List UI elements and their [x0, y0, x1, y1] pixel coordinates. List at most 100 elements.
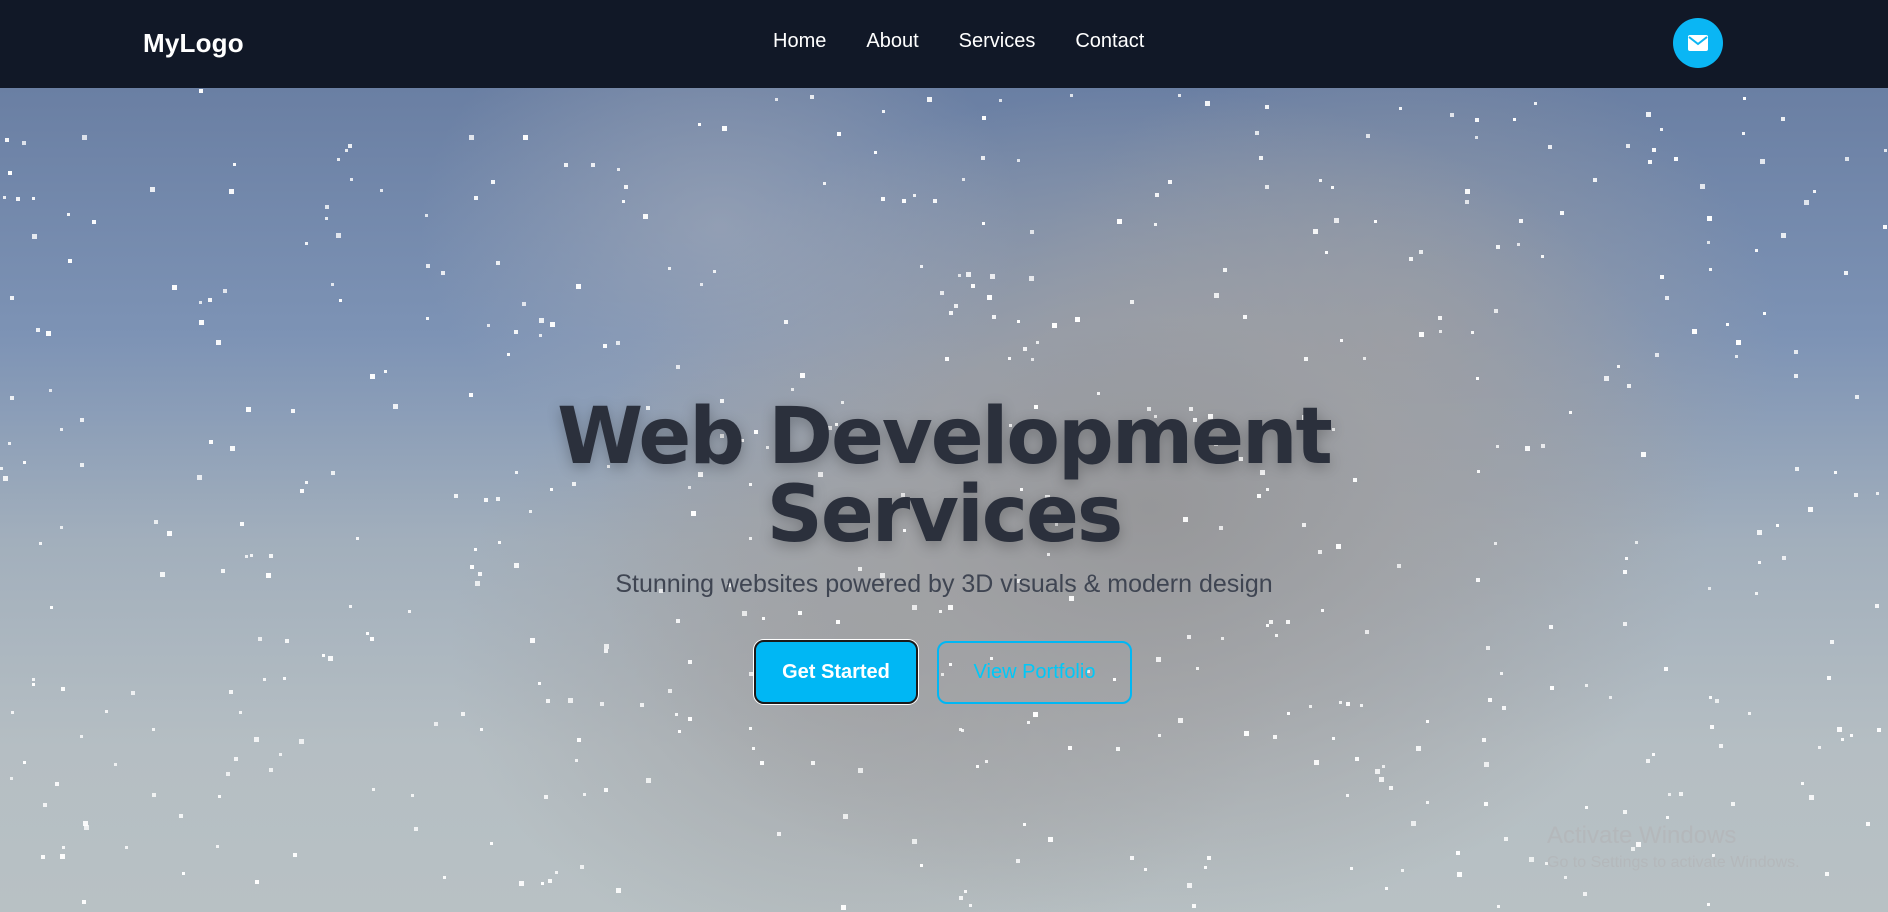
- particle: [1365, 630, 1369, 634]
- view-portfolio-button[interactable]: View Portfolio: [937, 641, 1132, 704]
- particle: [325, 217, 328, 220]
- particle: [1484, 802, 1488, 806]
- nav-link-about[interactable]: About: [866, 30, 918, 53]
- particle: [1808, 507, 1813, 512]
- particle: [1465, 200, 1469, 204]
- particle: [62, 846, 65, 849]
- particle: [1187, 883, 1192, 888]
- particle: [1755, 592, 1758, 595]
- particle: [1052, 323, 1057, 328]
- particle: [411, 794, 414, 797]
- particle: [283, 677, 286, 680]
- particle: [964, 890, 967, 893]
- particle: [1517, 243, 1520, 246]
- particle: [1585, 684, 1588, 687]
- particle: [982, 222, 985, 225]
- particle: [1760, 159, 1765, 164]
- particle: [966, 272, 971, 277]
- particle: [154, 520, 158, 524]
- particle: [1674, 157, 1678, 161]
- nav-link-contact[interactable]: Contact: [1075, 30, 1144, 53]
- particle: [60, 526, 63, 529]
- particle: [36, 328, 40, 332]
- particle: [1374, 220, 1377, 223]
- particle: [197, 475, 202, 480]
- particle: [336, 233, 341, 238]
- nav-link-services[interactable]: Services: [959, 30, 1036, 53]
- particle: [1223, 268, 1227, 272]
- particle: [1834, 471, 1837, 474]
- particle: [1154, 223, 1157, 226]
- particle: [1476, 377, 1479, 380]
- particle: [1731, 802, 1735, 806]
- particle: [478, 572, 482, 576]
- particle: [1482, 738, 1486, 742]
- nav-link-home[interactable]: Home: [773, 30, 826, 53]
- particle: [1027, 721, 1030, 724]
- particle: [1623, 570, 1627, 574]
- particle: [514, 563, 519, 568]
- particle: [1265, 105, 1269, 109]
- particle: [522, 302, 526, 306]
- particle: [208, 298, 212, 302]
- particle: [229, 189, 234, 194]
- particle: [1504, 837, 1508, 841]
- particle: [487, 324, 490, 327]
- particle: [1286, 620, 1290, 624]
- particle: [1168, 180, 1172, 184]
- particle: [1560, 211, 1564, 215]
- logo[interactable]: MyLogo: [143, 28, 244, 59]
- particle: [791, 388, 794, 391]
- particle: [226, 772, 230, 776]
- particle: [1866, 822, 1870, 826]
- particle: [55, 782, 59, 786]
- particle: [1426, 801, 1429, 804]
- particle: [425, 214, 428, 217]
- particle: [1033, 712, 1038, 717]
- particle: [1664, 667, 1668, 671]
- particle: [41, 855, 45, 859]
- particle: [221, 569, 225, 573]
- particle: [1023, 347, 1027, 351]
- contact-mail-button[interactable]: [1673, 18, 1723, 68]
- particle: [1497, 905, 1500, 908]
- particle: [836, 620, 840, 624]
- particle: [491, 180, 495, 184]
- particle: [1325, 251, 1328, 254]
- particle: [32, 197, 35, 200]
- particle: [1794, 374, 1798, 378]
- particle: [1795, 467, 1799, 471]
- particle: [1486, 646, 1490, 650]
- particle: [441, 271, 445, 275]
- particle: [356, 537, 359, 540]
- particle: [1569, 411, 1572, 414]
- particle: [1692, 329, 1697, 334]
- particle: [1068, 746, 1072, 750]
- particle: [1144, 868, 1147, 871]
- get-started-button[interactable]: Get Started: [754, 640, 918, 704]
- particle: [331, 471, 335, 475]
- particle: [1416, 746, 1421, 751]
- particle: [216, 340, 221, 345]
- particle: [912, 605, 917, 610]
- particle: [1385, 887, 1388, 890]
- particle: [678, 730, 681, 733]
- particle: [1075, 317, 1080, 322]
- hero-title-line-2: Services: [766, 470, 1124, 560]
- particle: [568, 698, 573, 703]
- particle: [1876, 492, 1879, 495]
- particle: [1609, 696, 1612, 699]
- particle: [1204, 866, 1207, 869]
- particle: [507, 353, 510, 356]
- particle: [1877, 728, 1881, 732]
- particle: [969, 904, 972, 907]
- particle: [1304, 357, 1308, 361]
- particle: [760, 761, 764, 765]
- particle: [167, 531, 172, 536]
- particle: [1494, 542, 1497, 545]
- particle: [1187, 635, 1191, 639]
- particle: [182, 872, 185, 875]
- particle: [1314, 760, 1319, 765]
- watermark-subtitle: Go to Settings to activate Windows.: [1547, 854, 1800, 871]
- particle: [475, 581, 480, 586]
